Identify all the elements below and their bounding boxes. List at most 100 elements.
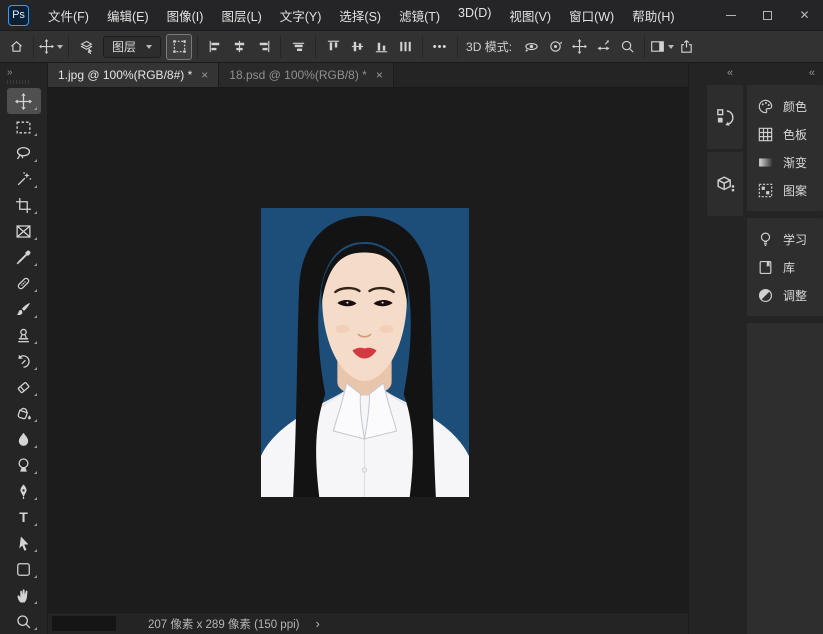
move-tool-option[interactable] (39, 34, 63, 60)
menu-bar: 文件(F) 编辑(E) 图像(I) 图层(L) 文字(Y) 选择(S) 滤镜(T… (39, 2, 684, 29)
zoom-3d-camera-button[interactable] (615, 34, 639, 60)
menu-file[interactable]: 文件(F) (39, 2, 98, 29)
panel-tab-gradients[interactable]: 渐变 (747, 148, 823, 176)
tool-spot-healing-brush[interactable] (7, 270, 41, 296)
auto-select-target-value: 图层 (112, 38, 136, 55)
tool-clone-stamp[interactable] (7, 322, 41, 348)
history-panel-button[interactable] (707, 85, 743, 149)
toolbar-overflow-icon[interactable]: » (7, 68, 13, 78)
color-panel-group: 颜色 色板 渐变 图案 (747, 85, 823, 211)
slide-3d-camera-button[interactable] (591, 34, 615, 60)
align-vertical-center-button[interactable] (345, 34, 369, 60)
menu-image[interactable]: 图像(I) (158, 2, 213, 29)
align-bottom-button[interactable] (369, 34, 393, 60)
align-top-edges-button[interactable] (286, 34, 310, 60)
align-top-button[interactable] (321, 34, 345, 60)
tab-18psd[interactable]: 18.psd @ 100%(RGB/8) * × (219, 63, 394, 87)
document-dimensions: 207 像素 x 289 像素 (150 ppi) (148, 616, 300, 632)
auto-select-toggle[interactable] (74, 34, 98, 60)
panel-tab-learn[interactable]: 学习 (747, 225, 823, 253)
tool-path-selection[interactable] (7, 530, 41, 556)
chevron-down-icon (57, 45, 63, 49)
tool-pen[interactable] (7, 478, 41, 504)
menu-help[interactable]: 帮助(H) (623, 2, 683, 29)
menu-edit[interactable]: 编辑(E) (98, 2, 158, 29)
roll-3d-icon (548, 39, 563, 54)
tool-brush[interactable] (7, 296, 41, 322)
maximize-icon (763, 11, 772, 20)
tool-type[interactable]: T (7, 504, 41, 530)
tool-hand[interactable] (7, 582, 41, 608)
roll-3d-camera-button[interactable] (543, 34, 567, 60)
document-photo[interactable] (261, 208, 469, 497)
tab-close-icon[interactable]: × (376, 68, 383, 82)
canvas[interactable] (48, 88, 688, 612)
tool-eraser[interactable] (7, 374, 41, 400)
panel-tab-libraries[interactable]: 库 (747, 253, 823, 281)
tool-history-brush[interactable] (7, 348, 41, 374)
menu-filter[interactable]: 滤镜(T) (390, 2, 449, 29)
menu-layer[interactable]: 图层(L) (212, 2, 270, 29)
align-left-button[interactable] (203, 34, 227, 60)
minimize-button[interactable] (712, 0, 749, 30)
tool-move[interactable] (7, 88, 41, 114)
tool-paint-bucket[interactable] (7, 400, 41, 426)
tool-crop[interactable] (7, 192, 41, 218)
collapse-icon-column-icon[interactable]: « (727, 67, 732, 79)
distribute-horizontal-button[interactable] (393, 34, 417, 60)
zoom-level-input[interactable] (52, 616, 116, 631)
panel-tab-adjustments[interactable]: 调整 (747, 281, 823, 309)
tool-rectangular-marquee[interactable] (7, 114, 41, 140)
pattern-icon (757, 182, 774, 199)
drag-3d-camera-button[interactable] (567, 34, 591, 60)
more-options-icon: ••• (433, 41, 448, 53)
3d-cube-icon (715, 174, 736, 195)
status-expand-icon[interactable]: › (316, 616, 320, 631)
document-area: 1.jpg @ 100%(RGB/8#) * × 18.psd @ 100%(R… (48, 63, 688, 634)
dock-header: « « (689, 63, 823, 85)
share-button[interactable] (674, 34, 698, 60)
tab-label: 1.jpg @ 100%(RGB/8#) * (58, 68, 192, 82)
tool-lasso[interactable] (7, 140, 41, 166)
align-horizontal-center-button[interactable] (227, 34, 251, 60)
tool-zoom[interactable] (7, 608, 41, 634)
minimize-icon (726, 15, 736, 16)
tab-close-icon[interactable]: × (201, 68, 208, 82)
title-bar: Ps 文件(F) 编辑(E) 图像(I) 图层(L) 文字(Y) 选择(S) 滤… (0, 0, 823, 30)
panel-tab-color[interactable]: 颜色 (747, 92, 823, 120)
show-transform-controls-toggle[interactable] (166, 34, 192, 60)
workspace-switcher[interactable] (650, 34, 674, 60)
3d-panel-button[interactable] (707, 152, 743, 216)
toolbar-drag-handle[interactable] (7, 80, 29, 84)
align-right-button[interactable] (251, 34, 275, 60)
orbit-3d-icon (524, 39, 539, 54)
menu-select[interactable]: 选择(S) (330, 2, 390, 29)
align-v-center-icon (350, 39, 365, 54)
color-palette-icon (757, 98, 774, 115)
panel-tab-patterns[interactable]: 图案 (747, 176, 823, 204)
home-button[interactable] (4, 34, 28, 60)
menu-3d[interactable]: 3D(D) (449, 2, 500, 29)
tool-blur[interactable] (7, 426, 41, 452)
menu-type[interactable]: 文字(Y) (271, 2, 331, 29)
maximize-button[interactable] (749, 0, 786, 30)
tab-1jpg[interactable]: 1.jpg @ 100%(RGB/8#) * × (48, 63, 219, 87)
status-bar: 207 像素 x 289 像素 (150 ppi) › (48, 612, 688, 634)
more-options-button[interactable]: ••• (428, 34, 452, 60)
menu-view[interactable]: 视图(V) (500, 2, 560, 29)
panel-label: 学习 (783, 231, 807, 248)
panel-tab-swatches[interactable]: 色板 (747, 120, 823, 148)
collapse-panel-column-icon[interactable]: « (809, 67, 814, 79)
tool-frame[interactable] (7, 218, 41, 244)
close-button[interactable]: ✕ (786, 0, 823, 30)
tool-eyedropper[interactable] (7, 244, 41, 270)
tool-rectangle[interactable] (7, 556, 41, 582)
menu-window[interactable]: 窗口(W) (560, 2, 623, 29)
share-icon (679, 39, 694, 54)
align-h-center-icon (232, 39, 247, 54)
orbit-3d-camera-button[interactable] (519, 34, 543, 60)
auto-select-target-dropdown[interactable]: 图层 (103, 36, 161, 58)
tool-dodge[interactable] (7, 452, 41, 478)
toolbar: T (0, 88, 47, 634)
tool-quick-selection[interactable] (7, 166, 41, 192)
